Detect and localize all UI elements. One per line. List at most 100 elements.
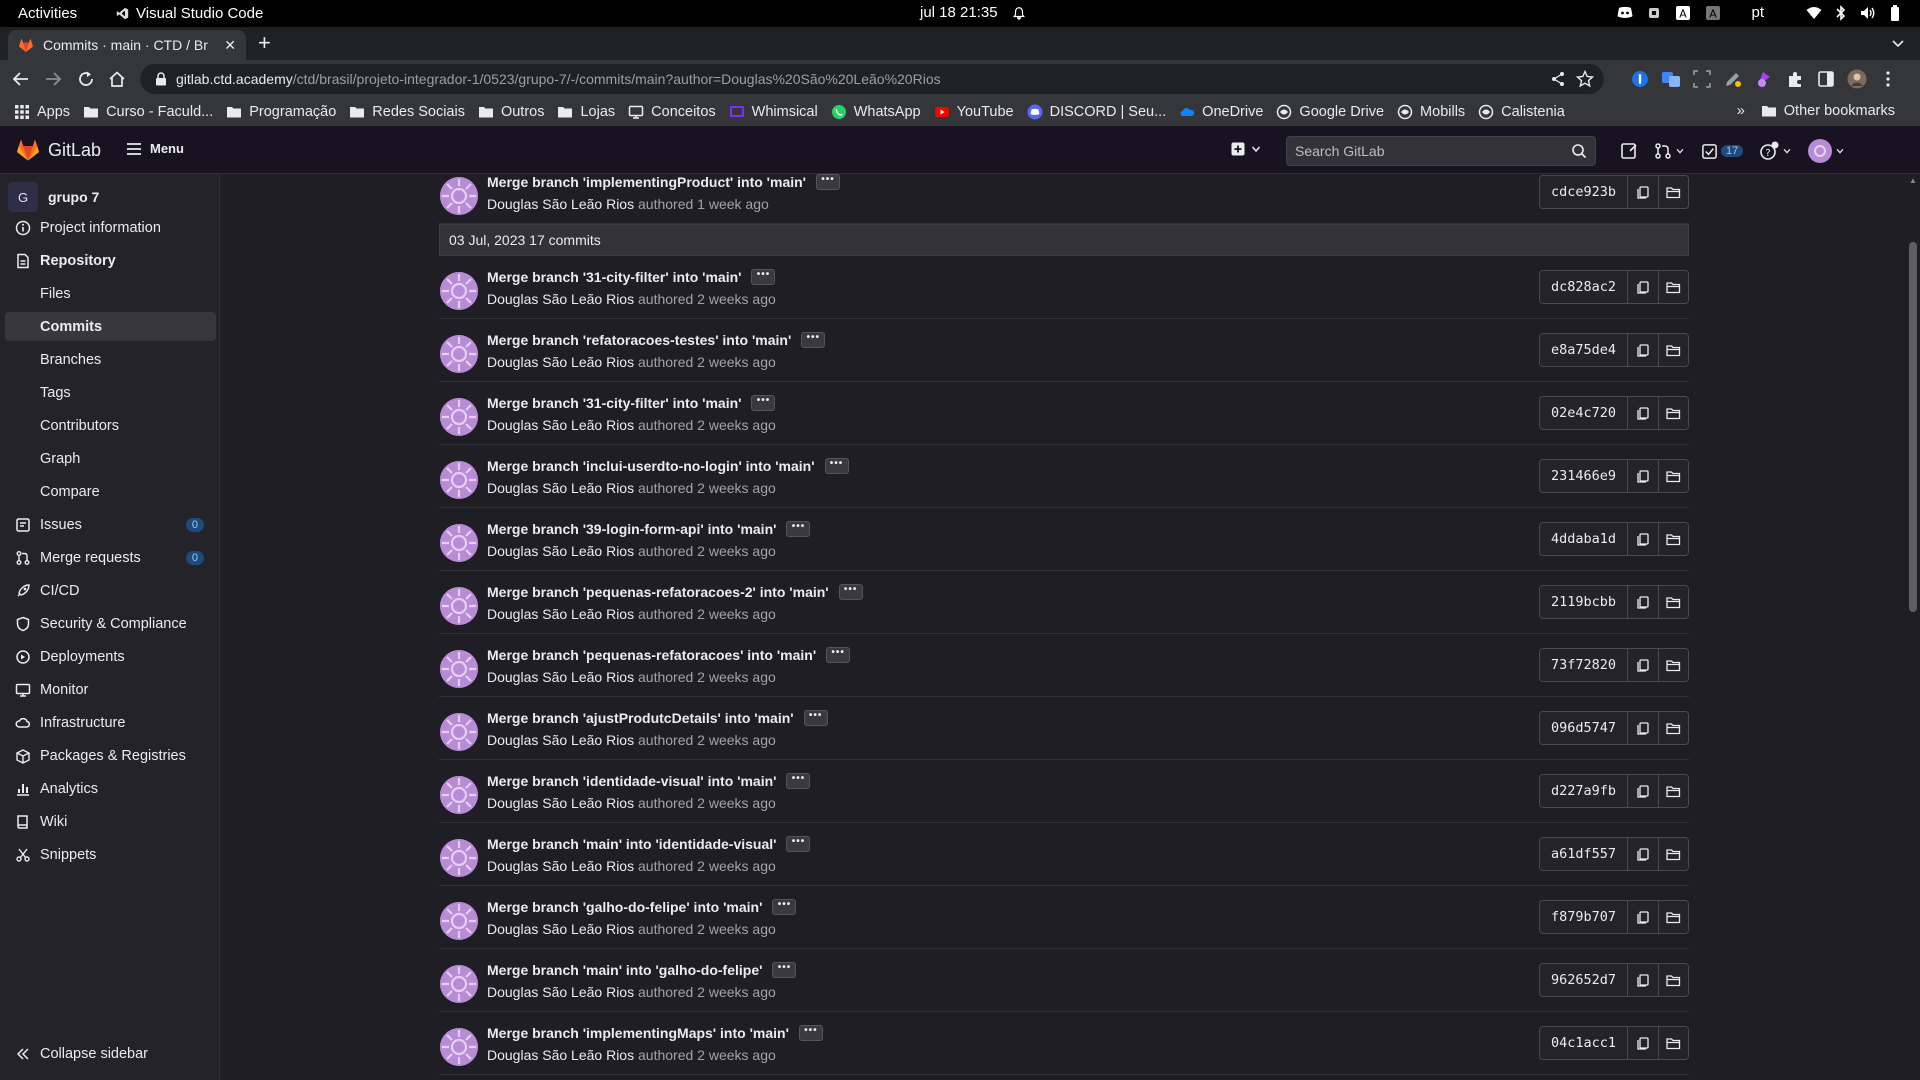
sidebar-item-analytics[interactable]: Analytics xyxy=(5,774,216,803)
sidebar-item-snippets[interactable]: Snippets xyxy=(5,840,216,869)
commit-author[interactable]: Douglas São Leão Rios xyxy=(487,1047,634,1063)
copy-sha-button[interactable] xyxy=(1628,838,1658,870)
system-tray[interactable]: A A pt xyxy=(1617,4,1900,21)
bookmark-star-icon[interactable] xyxy=(1576,70,1594,88)
copy-sha-button[interactable] xyxy=(1628,712,1658,744)
bookmark-lojas[interactable]: Lojas xyxy=(557,104,615,120)
copy-sha-button[interactable] xyxy=(1628,775,1658,807)
commit-title[interactable]: Merge branch 'identidade-visual' into 'm… xyxy=(487,773,776,789)
commit-sha-link[interactable]: 962652d7 xyxy=(1540,964,1628,996)
password-manager-extension-icon[interactable] xyxy=(1630,69,1650,89)
author-avatar[interactable] xyxy=(440,587,478,625)
bookmark-curso-faculd[interactable]: Curso - Faculd... xyxy=(83,104,213,120)
commit-title[interactable]: Merge branch 'galho-do-felipe' into 'mai… xyxy=(487,899,762,915)
toggle-description-button[interactable]: ••• xyxy=(772,899,797,915)
issues-header-icon[interactable] xyxy=(1620,142,1638,160)
toggle-description-button[interactable]: ••• xyxy=(816,174,841,190)
app-menu[interactable]: Visual Studio Code xyxy=(116,5,263,22)
bookmark-whimsical[interactable]: Whimsical xyxy=(729,104,818,120)
collapse-sidebar-button[interactable]: Collapse sidebar xyxy=(16,1046,148,1062)
toggle-description-button[interactable]: ••• xyxy=(751,269,776,285)
commit-author[interactable]: Douglas São Leão Rios xyxy=(487,732,634,748)
commit-title[interactable]: Merge branch 'ajustProdutcDetails' into … xyxy=(487,710,794,726)
toggle-description-button[interactable]: ••• xyxy=(798,1025,823,1041)
browse-files-button[interactable] xyxy=(1658,901,1688,933)
commit-author[interactable]: Douglas São Leão Rios xyxy=(487,858,634,874)
clock[interactable]: jul 18 21:35 xyxy=(920,4,1026,21)
browse-files-button[interactable] xyxy=(1658,523,1688,555)
author-avatar[interactable] xyxy=(440,272,478,310)
commit-author[interactable]: Douglas São Leão Rios xyxy=(487,984,634,1000)
new-dropdown[interactable] xyxy=(1230,141,1262,157)
author-avatar[interactable] xyxy=(440,177,478,215)
commit-author[interactable]: Douglas São Leão Rios xyxy=(487,291,634,307)
browse-files-button[interactable] xyxy=(1658,271,1688,303)
toggle-description-button[interactable]: ••• xyxy=(826,647,851,663)
sidebar-item-issues[interactable]: Issues 0 xyxy=(5,510,216,539)
edit-extension-icon[interactable] xyxy=(1723,69,1743,89)
translate-extension-icon[interactable] xyxy=(1661,69,1681,89)
lock-icon[interactable] xyxy=(154,72,168,86)
commit-author[interactable]: Douglas São Leão Rios xyxy=(487,196,634,212)
commit-title[interactable]: Merge branch 'pequenas-refatoracoes' int… xyxy=(487,647,816,663)
commit-sha-link[interactable]: 2119bcbb xyxy=(1540,586,1628,618)
author-avatar[interactable] xyxy=(440,461,478,499)
home-icon[interactable] xyxy=(108,70,126,88)
sidebar-item-packages-registries[interactable]: Packages & Registries xyxy=(5,741,216,770)
bookmark-redes-sociais[interactable]: Redes Sociais xyxy=(349,104,465,120)
browse-files-button[interactable] xyxy=(1658,397,1688,429)
sidebar-item-infrastructure[interactable]: Infrastructure xyxy=(5,708,216,737)
toggle-description-button[interactable]: ••• xyxy=(772,962,797,978)
bookmark-calistenia[interactable]: Calistenia xyxy=(1478,104,1565,120)
sidebar-item-security-compliance[interactable]: Security & Compliance xyxy=(5,609,216,638)
author-avatar[interactable] xyxy=(440,650,478,688)
sidebar-item-branches[interactable]: Branches xyxy=(5,345,216,374)
share-icon[interactable] xyxy=(1550,71,1566,87)
chrome-menu-icon[interactable] xyxy=(1878,69,1898,89)
sidebar-item-ci-cd[interactable]: CI/CD xyxy=(5,576,216,605)
author-avatar[interactable] xyxy=(440,839,478,877)
toggle-description-button[interactable]: ••• xyxy=(786,836,811,852)
commit-author[interactable]: Douglas São Leão Rios xyxy=(487,543,634,559)
author-avatar[interactable] xyxy=(440,902,478,940)
sidebar-item-monitor[interactable]: Monitor xyxy=(5,675,216,704)
browse-files-button[interactable] xyxy=(1658,838,1688,870)
side-panel-icon[interactable] xyxy=(1816,69,1836,89)
screenshot-extension-icon[interactable] xyxy=(1692,69,1712,89)
browse-files-button[interactable] xyxy=(1658,1027,1688,1059)
toggle-description-button[interactable]: ••• xyxy=(801,332,826,348)
search-input[interactable]: Search GitLab xyxy=(1286,136,1596,166)
copy-sha-button[interactable] xyxy=(1628,586,1658,618)
commit-author[interactable]: Douglas São Leão Rios xyxy=(487,417,634,433)
page-scrollbar[interactable]: ▲ xyxy=(1906,174,1920,1080)
sidebar-item-compare[interactable]: Compare xyxy=(5,477,216,506)
commit-sha-link[interactable]: cdce923b xyxy=(1540,176,1628,208)
copy-sha-button[interactable] xyxy=(1628,901,1658,933)
browse-files-button[interactable] xyxy=(1658,775,1688,807)
commit-title[interactable]: Merge branch '39-login-form-api' into 'm… xyxy=(487,521,776,537)
profile-avatar-icon[interactable] xyxy=(1847,69,1867,89)
sidebar-item-merge-requests[interactable]: Merge requests 0 xyxy=(5,543,216,572)
commit-sha-link[interactable]: 02e4c720 xyxy=(1540,397,1628,429)
copy-sha-button[interactable] xyxy=(1628,1027,1658,1059)
author-avatar[interactable] xyxy=(440,524,478,562)
commit-author[interactable]: Douglas São Leão Rios xyxy=(487,921,634,937)
toggle-description-button[interactable]: ••• xyxy=(803,710,828,726)
commit-title[interactable]: Merge branch 'refatoracoes-testes' into … xyxy=(487,332,791,348)
author-avatar[interactable] xyxy=(440,965,478,1003)
toggle-description-button[interactable]: ••• xyxy=(824,458,849,474)
commit-author[interactable]: Douglas São Leão Rios xyxy=(487,795,634,811)
commit-author[interactable]: Douglas São Leão Rios xyxy=(487,606,634,622)
commit-title[interactable]: Merge branch 'inclui-userdto-no-login' i… xyxy=(487,458,815,474)
commit-sha-link[interactable]: 096d5747 xyxy=(1540,712,1628,744)
author-avatar[interactable] xyxy=(440,1028,478,1066)
browse-files-button[interactable] xyxy=(1658,964,1688,996)
browser-tab-active[interactable]: Commits · main · CTD / Br ✕ xyxy=(8,30,246,60)
commit-author[interactable]: Douglas São Leão Rios xyxy=(487,480,634,496)
sidebar-item-wiki[interactable]: Wiki xyxy=(5,807,216,836)
copy-sha-button[interactable] xyxy=(1628,334,1658,366)
todos-button[interactable]: 17 xyxy=(1701,143,1744,160)
tab-search-chevron-icon[interactable] xyxy=(1890,35,1906,51)
copy-sha-button[interactable] xyxy=(1628,397,1658,429)
copy-sha-button[interactable] xyxy=(1628,176,1658,208)
